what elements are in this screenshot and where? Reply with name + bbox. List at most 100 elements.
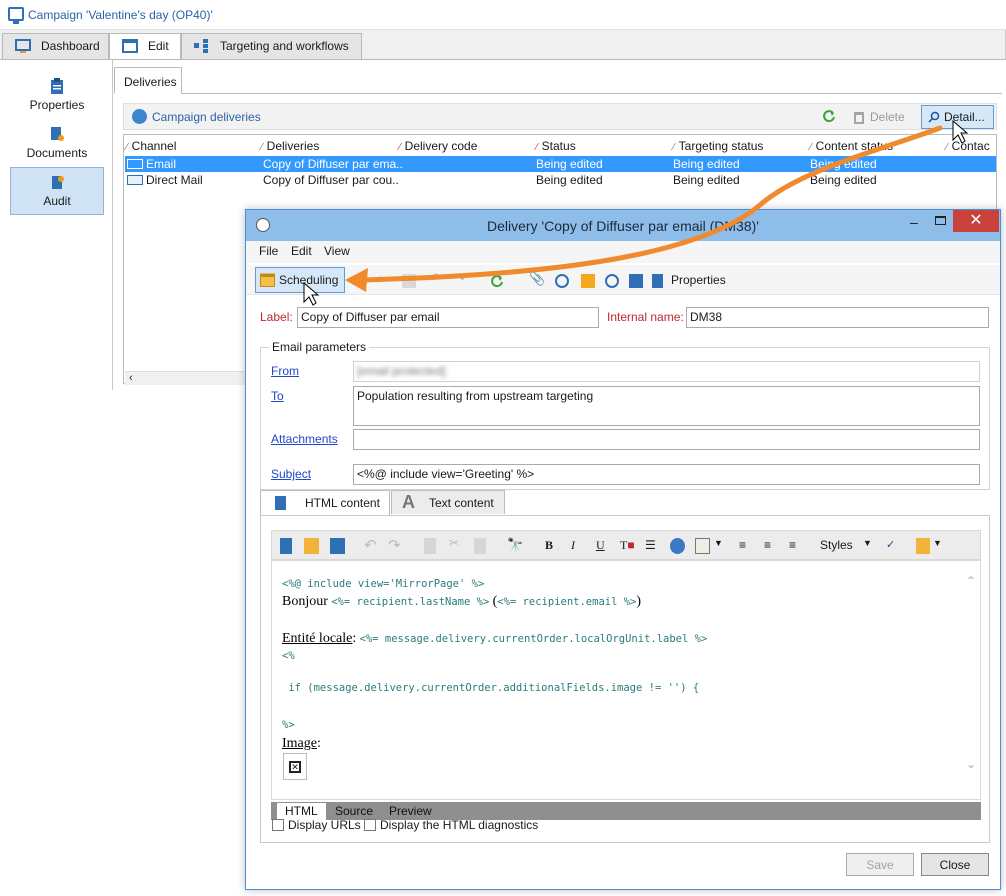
table-row[interactable]: Email Copy of Diffuser par ema.. Being e…: [125, 156, 996, 172]
subject-link[interactable]: Subject: [271, 467, 311, 481]
gift-icon[interactable]: [581, 274, 595, 288]
edit-icon: [122, 39, 138, 53]
italic-icon[interactable]: I: [571, 538, 575, 554]
column-header[interactable]: Channel: [126, 137, 177, 155]
html-diagnostics-checkbox[interactable]: [364, 819, 376, 831]
paste-icon[interactable]: [474, 538, 486, 554]
column-header[interactable]: Targeting status: [673, 137, 764, 155]
subject-input[interactable]: <%@ include view='Greeting' %>: [353, 464, 980, 485]
tab-edit-label: Edit: [148, 39, 169, 53]
properties-button[interactable]: Properties: [671, 273, 726, 287]
internal-name-input[interactable]: DM38: [686, 307, 989, 328]
scheduling-button[interactable]: Scheduling: [255, 267, 345, 293]
redo-icon[interactable]: ↷: [388, 536, 401, 554]
nav-item-properties[interactable]: Properties: [10, 72, 104, 120]
editor-line-entite: Entité locale: <%= message.delivery.curr…: [282, 631, 707, 647]
tab-targeting[interactable]: Targeting and workflows: [181, 33, 362, 59]
link-icon[interactable]: [555, 274, 569, 288]
scroll-left-icon[interactable]: ‹: [129, 372, 133, 384]
new-document-icon[interactable]: [280, 538, 292, 554]
column-header[interactable]: Delivery code: [399, 137, 478, 155]
open-folder-icon[interactable]: [304, 538, 319, 554]
close-icon[interactable]: ✕: [953, 210, 999, 232]
attachment-icon[interactable]: 📎: [529, 271, 545, 286]
styles-dropdown[interactable]: Styles: [820, 538, 853, 554]
status-cell: Being edited: [536, 173, 603, 187]
undo-icon[interactable]: ↶: [364, 536, 377, 554]
scroll-down-icon[interactable]: ⌄: [966, 757, 976, 771]
attachments-link[interactable]: Attachments: [271, 432, 338, 446]
code-run: <%= message.delivery.currentOrder.localO…: [359, 633, 708, 645]
column-header[interactable]: Status: [536, 137, 576, 155]
redo-icon[interactable]: ↷: [454, 270, 468, 286]
code-line: <%: [282, 650, 295, 662]
properties-icon[interactable]: [652, 274, 663, 288]
menu-file[interactable]: File: [259, 244, 278, 258]
text-color-icon[interactable]: T■: [620, 538, 635, 554]
tab-dashboard[interactable]: Dashboard: [2, 33, 109, 59]
from-input[interactable]: [email protected]: [353, 361, 980, 382]
menu-view[interactable]: View: [324, 244, 350, 258]
channel-cell: Email: [146, 157, 177, 171]
display-urls-checkbox[interactable]: [272, 819, 284, 831]
refresh-icon[interactable]: [490, 274, 504, 288]
tab-html-content[interactable]: HTML content: [260, 490, 390, 515]
text-run: Image: [282, 736, 317, 751]
align-right-icon[interactable]: ≡: [789, 538, 796, 554]
column-header[interactable]: Deliveries: [261, 137, 320, 155]
bold-icon[interactable]: B: [545, 538, 553, 554]
minimize-icon[interactable]: –: [910, 214, 922, 230]
to-link[interactable]: To: [271, 389, 284, 403]
column-header[interactable]: Contac: [946, 137, 990, 155]
targeting-status-cell: Being edited: [673, 157, 740, 171]
cut-icon[interactable]: ✂: [449, 536, 459, 552]
tab-deliveries[interactable]: Deliveries: [114, 67, 182, 94]
spellcheck-icon[interactable]: ✓: [886, 538, 895, 554]
tab-edit[interactable]: Edit: [109, 33, 181, 60]
underline-icon[interactable]: U: [596, 538, 605, 554]
save-button[interactable]: Save: [846, 853, 914, 876]
insert-block-icon[interactable]: [916, 538, 930, 554]
menu-edit[interactable]: Edit: [291, 244, 312, 258]
attachments-input[interactable]: [353, 429, 980, 450]
insert-image-icon[interactable]: [695, 538, 710, 554]
image-placeholder[interactable]: ✕: [283, 753, 307, 780]
from-link[interactable]: From: [271, 364, 299, 378]
bullet-list-icon[interactable]: ☰: [645, 538, 656, 554]
no-tracking-icon[interactable]: [605, 274, 619, 288]
magnifier-icon: [928, 111, 940, 123]
close-button[interactable]: Close: [921, 853, 989, 876]
code-run: <%= recipient.lastName %>: [331, 596, 490, 608]
refresh-icon[interactable]: [822, 109, 836, 123]
insert-link-icon[interactable]: [670, 538, 685, 554]
chevron-down-icon[interactable]: ▼: [714, 538, 723, 554]
window-title-bar: Campaign 'Valentine's day (OP40)': [0, 0, 1006, 30]
table-row[interactable]: Direct Mail Copy of Diffuser par cou.. B…: [125, 172, 996, 188]
to-input[interactable]: Population resulting from upstream targe…: [353, 386, 980, 426]
label-input[interactable]: Copy of Diffuser par email: [297, 307, 599, 328]
html-editor[interactable]: <%@ include view='MirrorPage' %> Bonjour…: [271, 560, 981, 800]
nav-item-documents[interactable]: Documents: [10, 120, 104, 168]
align-left-icon[interactable]: ≡: [739, 538, 746, 554]
campaign-deliveries-title: Campaign deliveries: [152, 110, 261, 124]
save-icon[interactable]: [330, 538, 345, 554]
chevron-down-icon[interactable]: ▼: [863, 538, 872, 554]
copy-icon[interactable]: [402, 274, 416, 288]
column-header[interactable]: Content status: [810, 137, 893, 155]
email-parameters-group: Email parameters From [email protected] …: [260, 340, 990, 490]
chevron-down-icon[interactable]: ▼: [933, 538, 942, 554]
document-icon[interactable]: [629, 274, 643, 288]
maximize-icon[interactable]: [935, 216, 946, 225]
targeting-status-cell: Being edited: [673, 173, 740, 187]
tab-text-content[interactable]: A Text content: [391, 490, 505, 514]
align-center-icon[interactable]: ≡: [764, 538, 771, 554]
copy-icon[interactable]: [424, 538, 436, 554]
undo-icon[interactable]: ↶: [429, 270, 443, 286]
deliveries-toolbar: Campaign deliveries Delete Detail...: [123, 103, 997, 130]
find-icon[interactable]: 🔭: [507, 537, 523, 553]
scroll-up-icon[interactable]: ⌃: [966, 574, 976, 588]
cut-icon[interactable]: ✂: [378, 272, 392, 287]
delete-button[interactable]: Delete: [848, 107, 911, 129]
nav-item-audit[interactable]: Audit: [10, 167, 104, 215]
detail-button[interactable]: Detail...: [921, 105, 994, 129]
